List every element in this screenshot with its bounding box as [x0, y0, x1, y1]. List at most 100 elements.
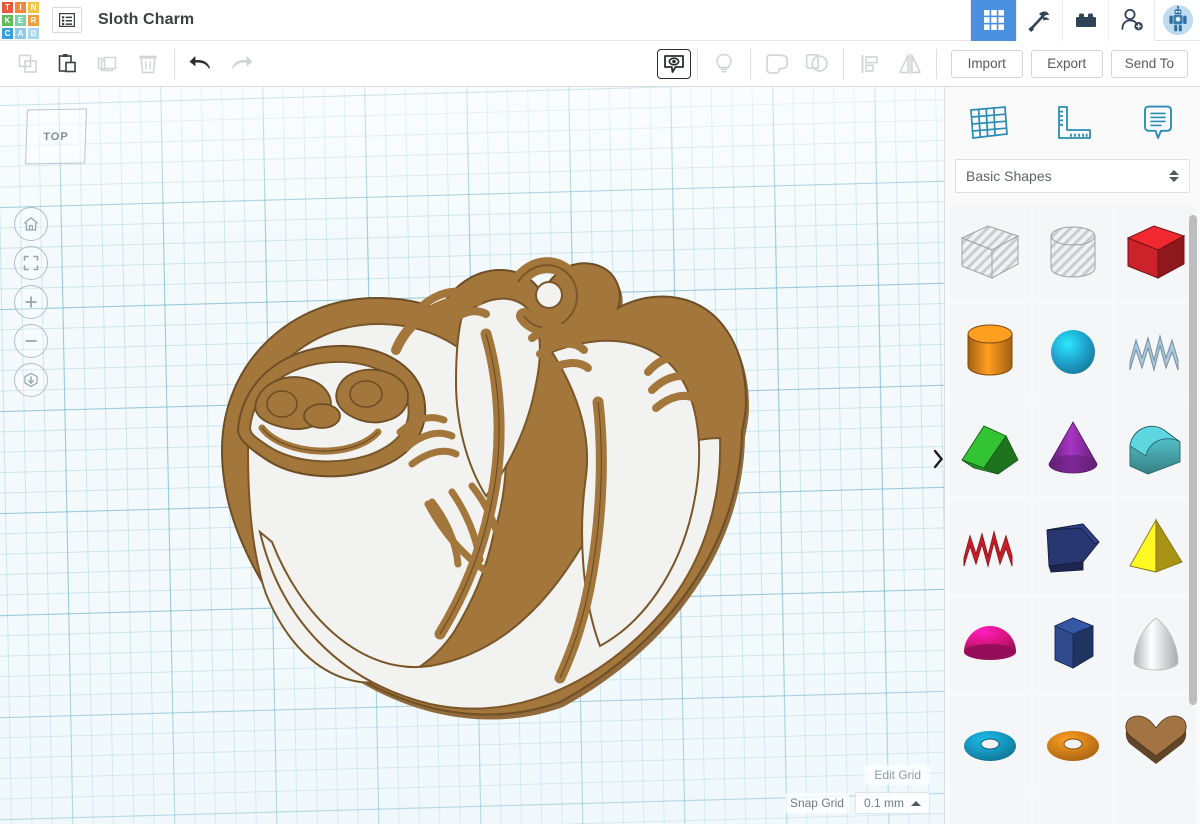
- logo-tile-t: T: [1, 0, 14, 14]
- notes-tool[interactable]: [1115, 87, 1200, 159]
- mirror-button[interactable]: [890, 44, 930, 84]
- cylinder-hole-icon: [1050, 226, 1096, 278]
- copy-button[interactable]: [8, 44, 48, 84]
- ruler-icon: [1057, 106, 1091, 139]
- import-button[interactable]: Import: [950, 49, 1023, 78]
- file-actions: Import Export Send To: [943, 49, 1200, 78]
- tube-icon: [1046, 731, 1099, 761]
- box-arrow-icon: [24, 372, 38, 388]
- paste-button[interactable]: [48, 44, 88, 84]
- workplane-tool[interactable]: [945, 87, 1030, 159]
- fit-view-button[interactable]: [14, 246, 48, 280]
- lego-brick-icon: [1075, 13, 1096, 27]
- undo-button[interactable]: [181, 44, 221, 84]
- shape-item-half-sphere[interactable]: [950, 597, 1031, 693]
- box-hole-icon: [961, 225, 1020, 279]
- tinkercad-app: TINKERCAD Sloth Charm Import Export Send…: [0, 0, 1200, 824]
- undo-arrow-icon: [189, 55, 210, 69]
- eye-bubble-icon: [663, 54, 684, 73]
- torus-icon: [964, 731, 1017, 761]
- plus-icon: [25, 296, 37, 308]
- shape-item-box-hole[interactable]: [950, 205, 1031, 301]
- mirror-icon: [898, 53, 921, 75]
- light-button[interactable]: [704, 44, 744, 84]
- header-actions: [970, 0, 1200, 41]
- show-hide-button[interactable]: [656, 48, 691, 79]
- shape-library-grid: [945, 205, 1200, 824]
- tinkercad-logo[interactable]: TINKERCAD: [1, 0, 40, 40]
- shape-item-text-red[interactable]: [950, 499, 1031, 595]
- shape-item-partial-red[interactable]: [1115, 793, 1196, 824]
- shape-category-select[interactable]: Basic Shapes: [955, 159, 1190, 193]
- logo-tile-n: N: [27, 0, 40, 14]
- shape-panel-scrollbar[interactable]: [1189, 215, 1197, 705]
- home-view-button[interactable]: [14, 207, 48, 241]
- logo-tile-e: E: [14, 13, 27, 27]
- zoom-in-button[interactable]: [14, 285, 48, 319]
- align-button[interactable]: [850, 44, 890, 84]
- zoom-out-button[interactable]: [14, 324, 48, 358]
- designs-grid-button[interactable]: [970, 0, 1016, 41]
- shape-item-partial-gray[interactable]: [950, 793, 1031, 824]
- grid-controls: Edit Grid Snap Grid 0.1 mm: [784, 765, 930, 814]
- export-button[interactable]: Export: [1030, 49, 1103, 78]
- shape-item-cylinder-hole[interactable]: [1032, 205, 1114, 301]
- edit-grid-button[interactable]: Edit Grid: [865, 765, 930, 785]
- pyramid-icon: [1128, 518, 1183, 573]
- shape-item-heart[interactable]: [1115, 695, 1196, 791]
- send-to-button[interactable]: Send To: [1110, 49, 1188, 78]
- shape-item-scribble-blue[interactable]: [1115, 303, 1196, 399]
- group-shapes-icon: [765, 53, 788, 74]
- main-toolbar: Import Export Send To: [0, 41, 1200, 87]
- shape-item-cone[interactable]: [1032, 401, 1114, 497]
- sort-caret-icon: [1169, 170, 1179, 182]
- chevron-right-icon: [933, 449, 943, 469]
- user-avatar-button[interactable]: [1154, 0, 1200, 41]
- sloth-charm-model[interactable]: [200, 242, 760, 752]
- lightbulb-icon: [715, 53, 732, 72]
- invite-people-button[interactable]: [1108, 0, 1154, 41]
- blocks-button[interactable]: [1062, 0, 1108, 41]
- cone-icon: [1048, 421, 1098, 474]
- person-add-icon: [1121, 9, 1143, 31]
- shape-item-torus[interactable]: [950, 695, 1031, 791]
- duplicate-button[interactable]: [88, 44, 128, 84]
- shape-item-roof[interactable]: [1115, 401, 1196, 497]
- shape-category-value: Basic Shapes: [966, 168, 1052, 184]
- ungroup-button[interactable]: [797, 44, 837, 84]
- snap-grid-select[interactable]: 0.1 mm: [854, 792, 930, 814]
- text-red-icon: [963, 530, 1013, 568]
- partial-yellow-icon: [1037, 808, 1109, 824]
- toolbar-divider-3: [749, 48, 751, 79]
- list-menu-icon[interactable]: [52, 7, 82, 33]
- app-header: TINKERCAD Sloth Charm: [0, 0, 1200, 41]
- shape-item-hexagon-prism[interactable]: [1032, 597, 1114, 693]
- snap-grid-row: Snap Grid 0.1 mm: [784, 792, 930, 814]
- shape-item-pyramid[interactable]: [1115, 499, 1196, 595]
- trash-icon: [139, 55, 157, 73]
- shape-item-paraboloid[interactable]: [1115, 597, 1196, 693]
- redo-button[interactable]: [221, 44, 261, 84]
- shape-item-polygon[interactable]: [1032, 499, 1114, 595]
- polygon-icon: [1046, 523, 1100, 573]
- group-button[interactable]: [757, 44, 797, 84]
- delete-button[interactable]: [128, 44, 168, 84]
- shape-item-tube[interactable]: [1032, 695, 1114, 791]
- paraboloid-icon: [1133, 617, 1179, 671]
- hexagon-prism-icon: [1053, 617, 1095, 669]
- ortho-perspective-toggle[interactable]: [14, 363, 48, 397]
- toolbar-divider-2: [696, 48, 698, 79]
- half-sphere-icon: [964, 626, 1017, 660]
- shape-item-sphere[interactable]: [1032, 303, 1114, 399]
- shape-item-cylinder[interactable]: [950, 303, 1031, 399]
- page-title: Sloth Charm: [98, 11, 195, 28]
- view-cube[interactable]: TOP: [25, 108, 87, 165]
- ruler-tool[interactable]: [1030, 87, 1115, 159]
- cylinder-icon: [967, 324, 1013, 376]
- workplane-canvas[interactable]: TOP Edit Grid Snap Grid 0.1 mm: [0, 87, 944, 824]
- codeblocks-button[interactable]: [1016, 0, 1062, 41]
- shape-item-partial-yellow[interactable]: [1032, 793, 1114, 824]
- workplane-grid-icon: [969, 106, 1008, 139]
- shape-item-wedge[interactable]: [950, 401, 1031, 497]
- shape-item-box[interactable]: [1115, 205, 1196, 301]
